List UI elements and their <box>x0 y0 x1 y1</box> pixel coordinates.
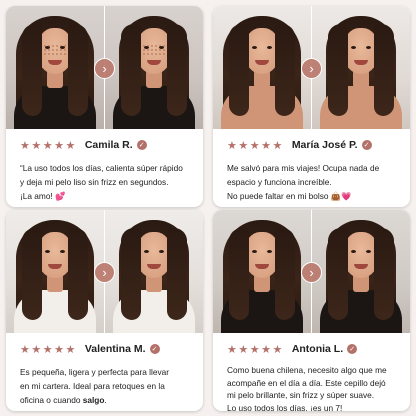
review-text: Me salvó para mis viajes! Ocupa nada de … <box>227 163 380 201</box>
chevron-right-icon[interactable]: › <box>301 262 322 283</box>
verified-badge-icon: ✓ <box>361 140 372 150</box>
reviewer-name: Antonia L. <box>291 343 344 355</box>
bag-heart-emoji-icon: 👜💗 <box>330 191 352 201</box>
before-photo <box>6 210 104 333</box>
verified-badge-icon: ✓ <box>347 344 358 354</box>
verified-badge-icon: ✓ <box>136 140 147 150</box>
review-body: ★★★★★ María José P. ✓ Me salvó para mis … <box>213 129 410 207</box>
reviewer-name: Camila R. <box>84 139 133 151</box>
review-card: › ★★★★★ Antonia L. ✓ Como buena chilena,… <box>213 210 410 411</box>
review-body: ★★★★★ Valentina M. ✓ Es pequeña, ligera … <box>6 333 203 411</box>
review-card: › ★★★★★ María José P. ✓ Me salvó para mi… <box>213 6 410 207</box>
after-photo <box>312 6 410 129</box>
before-photo <box>213 210 311 333</box>
before-photo <box>213 6 311 129</box>
chevron-right-icon[interactable]: › <box>94 58 115 79</box>
after-photo <box>105 210 203 333</box>
review-text: Es pequeña, ligera y perfecta para lleva… <box>20 367 169 405</box>
review-card: › ★★★★★ Camila R. ✓ “La uso todos los dí… <box>6 6 203 207</box>
star-rating: ★★★★★ <box>227 139 284 152</box>
after-photo <box>312 210 410 333</box>
review-card: › ★★★★★ Valentina M. ✓ Es pequeña, liger… <box>6 210 203 411</box>
heart-emoji-icon: 💕 <box>55 191 66 201</box>
review-body: ★★★★★ Antonia L. ✓ Como buena chilena, n… <box>213 333 410 411</box>
star-rating: ★★★★★ <box>20 139 77 152</box>
reviewer-name: Valentina M. <box>84 343 146 355</box>
verified-badge-icon: ✓ <box>149 344 160 354</box>
after-photo <box>105 6 203 129</box>
star-rating: ★★★★★ <box>20 343 77 356</box>
review-body: ★★★★★ Camila R. ✓ “La uso todos los días… <box>6 129 203 207</box>
star-rating: ★★★★★ <box>227 343 284 356</box>
chevron-right-icon[interactable]: › <box>301 58 322 79</box>
review-text: Como buena chilena, necesito algo que me… <box>227 365 387 411</box>
review-text: “La uso todos los días, calienta súper r… <box>20 163 183 201</box>
before-photo <box>6 6 104 129</box>
reviewer-name: María José P. <box>291 139 358 151</box>
chevron-right-icon[interactable]: › <box>94 262 115 283</box>
